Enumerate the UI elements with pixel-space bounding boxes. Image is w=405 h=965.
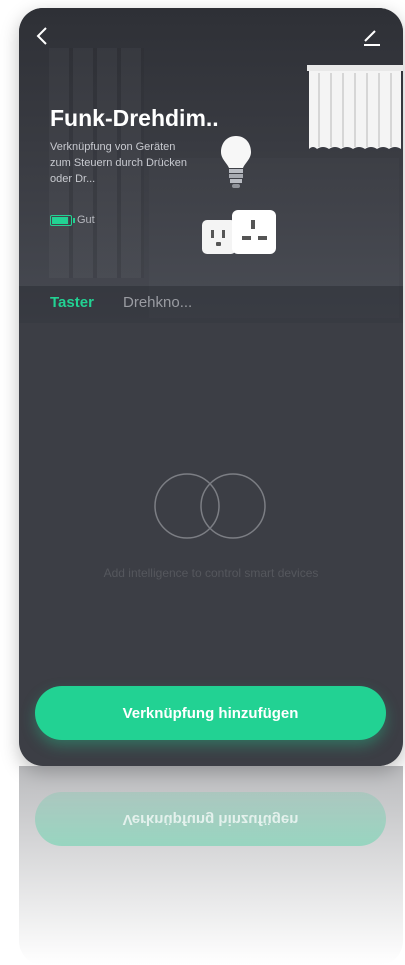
device-header: Funk-Drehdim.. Verknüpfung von Geräten z… [19, 8, 403, 323]
add-link-button[interactable]: Verknüpfung hinzufügen [35, 686, 386, 740]
power-outlet-icon [202, 210, 276, 254]
reflection-button: Verknüpfung hinzufügen [35, 792, 386, 846]
edit-icon [364, 30, 380, 46]
device-title: Funk-Drehdim.. [50, 105, 219, 131]
app-screen: Funk-Drehdim.. Verknüpfung von Geräten z… [19, 8, 403, 766]
edit-button[interactable] [359, 24, 383, 48]
tab-drehknopf[interactable]: Drehkno... [123, 294, 192, 311]
reflection-surface: Verknüpfung hinzufügen [19, 766, 403, 965]
chevron-left-icon [36, 27, 47, 45]
back-button[interactable] [31, 24, 55, 48]
tab-bar: Taster Drehkno... [19, 286, 403, 323]
device-description: Verknüpfung von Geräten zum Steuern durc… [50, 141, 187, 185]
screen-reflection: Verknüpfung hinzufügen [19, 766, 403, 965]
linked-circles-icon [154, 473, 266, 539]
tab-taster[interactable]: Taster [50, 294, 94, 311]
empty-state-text: Add intelligence to control smart device… [103, 566, 319, 580]
battery-status: Gut [77, 214, 95, 226]
battery-icon [50, 215, 75, 226]
curtain-icon [307, 65, 403, 149]
light-bulb-icon [221, 136, 251, 188]
battery-level [52, 217, 68, 224]
